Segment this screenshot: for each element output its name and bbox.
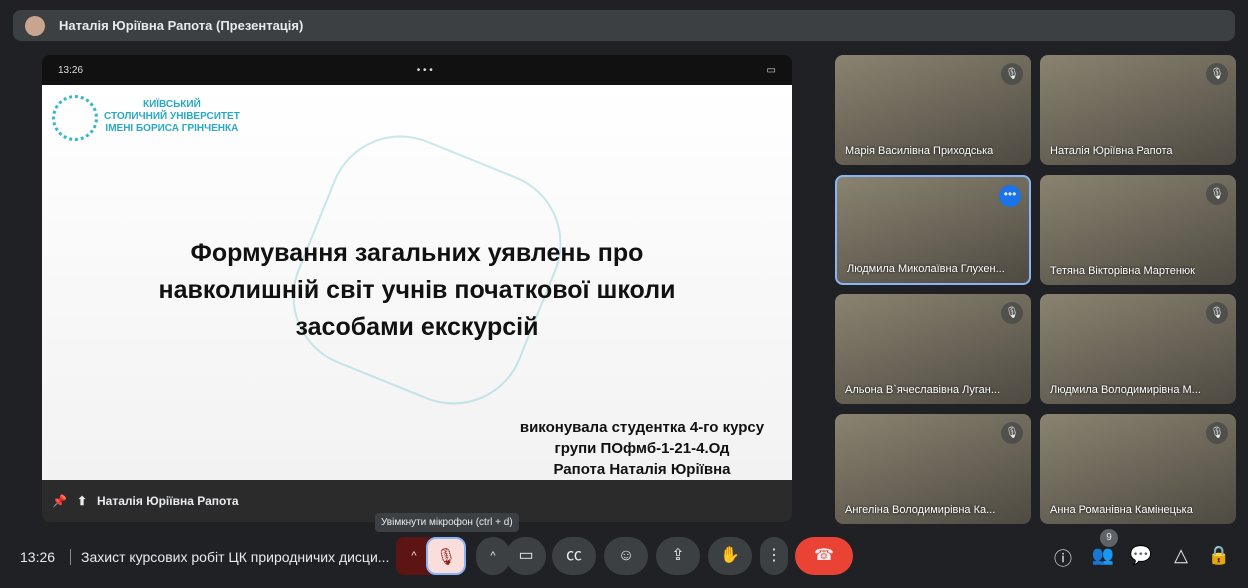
info-icon[interactable]: ⓘ — [1050, 545, 1076, 571]
participant-tile[interactable]: ••• Людмила Миколаївна Глухен... — [835, 175, 1031, 285]
participant-tile[interactable]: 🎙 Альона В`ячеславівна Луган... — [835, 294, 1031, 404]
participant-name: Анна Романівна Камінецька — [1050, 504, 1193, 516]
clock: 13:26 — [20, 549, 56, 565]
presentation-view[interactable]: 13:26 • • • ▭ КИЇВСЬКИЙ СТОЛИЧНИЙ УНІВЕРСИ… — [42, 55, 792, 522]
video-options-button[interactable]: ^ — [476, 537, 510, 575]
logo-line: СТОЛИЧНИЙ УНІВЕРСИТЕТ — [104, 111, 240, 122]
participant-name: Людмила Миколаївна Глухен... — [847, 263, 1005, 275]
mic-off-icon: 🎙 — [1001, 302, 1023, 324]
logo-line: КИЇВСЬКИЙ — [143, 99, 201, 110]
avatar — [25, 15, 45, 36]
status-icons: • • • — [416, 64, 433, 76]
status-time: 13:26 — [58, 64, 84, 76]
title-line: Формування загальних уявлень про — [190, 239, 644, 267]
activities-icon[interactable]: △ — [1168, 545, 1194, 566]
mic-off-icon: 🎙 — [1206, 302, 1228, 324]
people-count-badge: 9 — [1100, 529, 1118, 547]
author-line: виконувала студентка 4-го курсу — [519, 419, 765, 436]
microphone-toggle-button[interactable]: 🎙 — [426, 537, 466, 575]
university-name: КИЇВСЬКИЙ СТОЛИЧНИЙ УНІВЕРСИТЕТ ІМЕНІ БО… — [104, 99, 240, 135]
participant-tile[interactable]: 🎙 Людмила Володимирівна М... — [1040, 294, 1236, 404]
author-line: групи ПОфмб-1-21-4.Од — [554, 440, 730, 457]
presentation-title: Наталія Юріївна Рапота (Презентація) — [59, 18, 304, 33]
chat-icon[interactable]: 💬 — [1128, 545, 1154, 566]
mic-off-icon: 🎙 — [1001, 63, 1023, 85]
participant-name: Людмила Володимирівна М... — [1050, 384, 1201, 396]
meeting-title: Захист курсових робіт ЦК природничих дис… — [70, 549, 389, 565]
present-button[interactable]: ⇪ — [656, 537, 700, 575]
university-logo — [52, 95, 98, 141]
slide-author: виконувала студентка 4-го курсу групи ПО… — [492, 417, 792, 480]
slide-title: Формування загальних уявлень про навколи… — [42, 235, 792, 346]
battery-icon: ▭ — [766, 64, 776, 76]
title-line: засобами екскурсій — [295, 313, 539, 341]
pin-icon[interactable]: 📌 — [52, 494, 67, 508]
logo-line: ІМЕНІ БОРИСА ГРІНЧЕНКА — [105, 123, 239, 134]
top-bar: Наталія Юріївна Рапота (Презентація) — [13, 10, 1235, 41]
emoji-button[interactable]: ☺ — [604, 537, 648, 575]
participant-name: Ангеліна Володимирівна Ка... — [845, 504, 996, 516]
host-controls-icon[interactable]: 🔒 — [1206, 545, 1232, 566]
mic-off-icon: 🎙 — [1001, 422, 1023, 444]
participant-tile[interactable]: 🎙 Марія Василівна Приходська — [835, 55, 1031, 165]
participant-name: Тетяна Вікторівна Мартенюк — [1050, 265, 1195, 277]
mic-off-icon: 🎙 — [1206, 422, 1228, 444]
participant-name: Наталія Юріївна Рапота — [1050, 145, 1173, 157]
participant-tile[interactable]: 🎙 Ангеліна Володимирівна Ка... — [835, 414, 1031, 524]
present-icon[interactable]: ⬆ — [77, 494, 87, 508]
participant-tile[interactable]: 🎙 Наталія Юріївна Рапота — [1040, 55, 1236, 165]
captions-button[interactable]: ㏄ — [552, 537, 596, 575]
author-line: Рапота Наталія Юріївна — [553, 461, 731, 478]
participant-name: Альона В`ячеславівна Луган... — [845, 384, 1001, 396]
presenter-name: Наталія Юріївна Рапота — [97, 494, 239, 508]
camera-button[interactable]: ▭ — [506, 537, 546, 575]
slide: КИЇВСЬКИЙ СТОЛИЧНИЙ УНІВЕРСИТЕТ ІМЕНІ БО… — [42, 85, 792, 480]
bottom-toolbar: 13:26 Захист курсових робіт ЦК природнич… — [0, 529, 1248, 577]
more-options-icon[interactable]: ••• — [999, 185, 1021, 207]
title-line: навколишній світ учнів початкової школи — [158, 276, 676, 304]
participant-tile[interactable]: 🎙 Тетяна Вікторівна Мартенюк — [1040, 175, 1236, 285]
more-options-button[interactable]: ⋮ — [760, 537, 788, 575]
mic-off-icon: 🎙 — [1206, 183, 1228, 205]
leave-call-button[interactable]: ☎ — [795, 537, 853, 575]
participant-tile[interactable]: 🎙 Анна Романівна Камінецька — [1040, 414, 1236, 524]
mic-tooltip: Увімкнути мікрофон (ctrl + d) — [375, 513, 519, 532]
raise-hand-button[interactable]: ✋ — [708, 537, 752, 575]
mic-off-icon: 🎙 — [1206, 63, 1228, 85]
people-icon[interactable]: 👥 — [1090, 545, 1116, 566]
participant-name: Марія Василівна Приходська — [845, 145, 994, 157]
